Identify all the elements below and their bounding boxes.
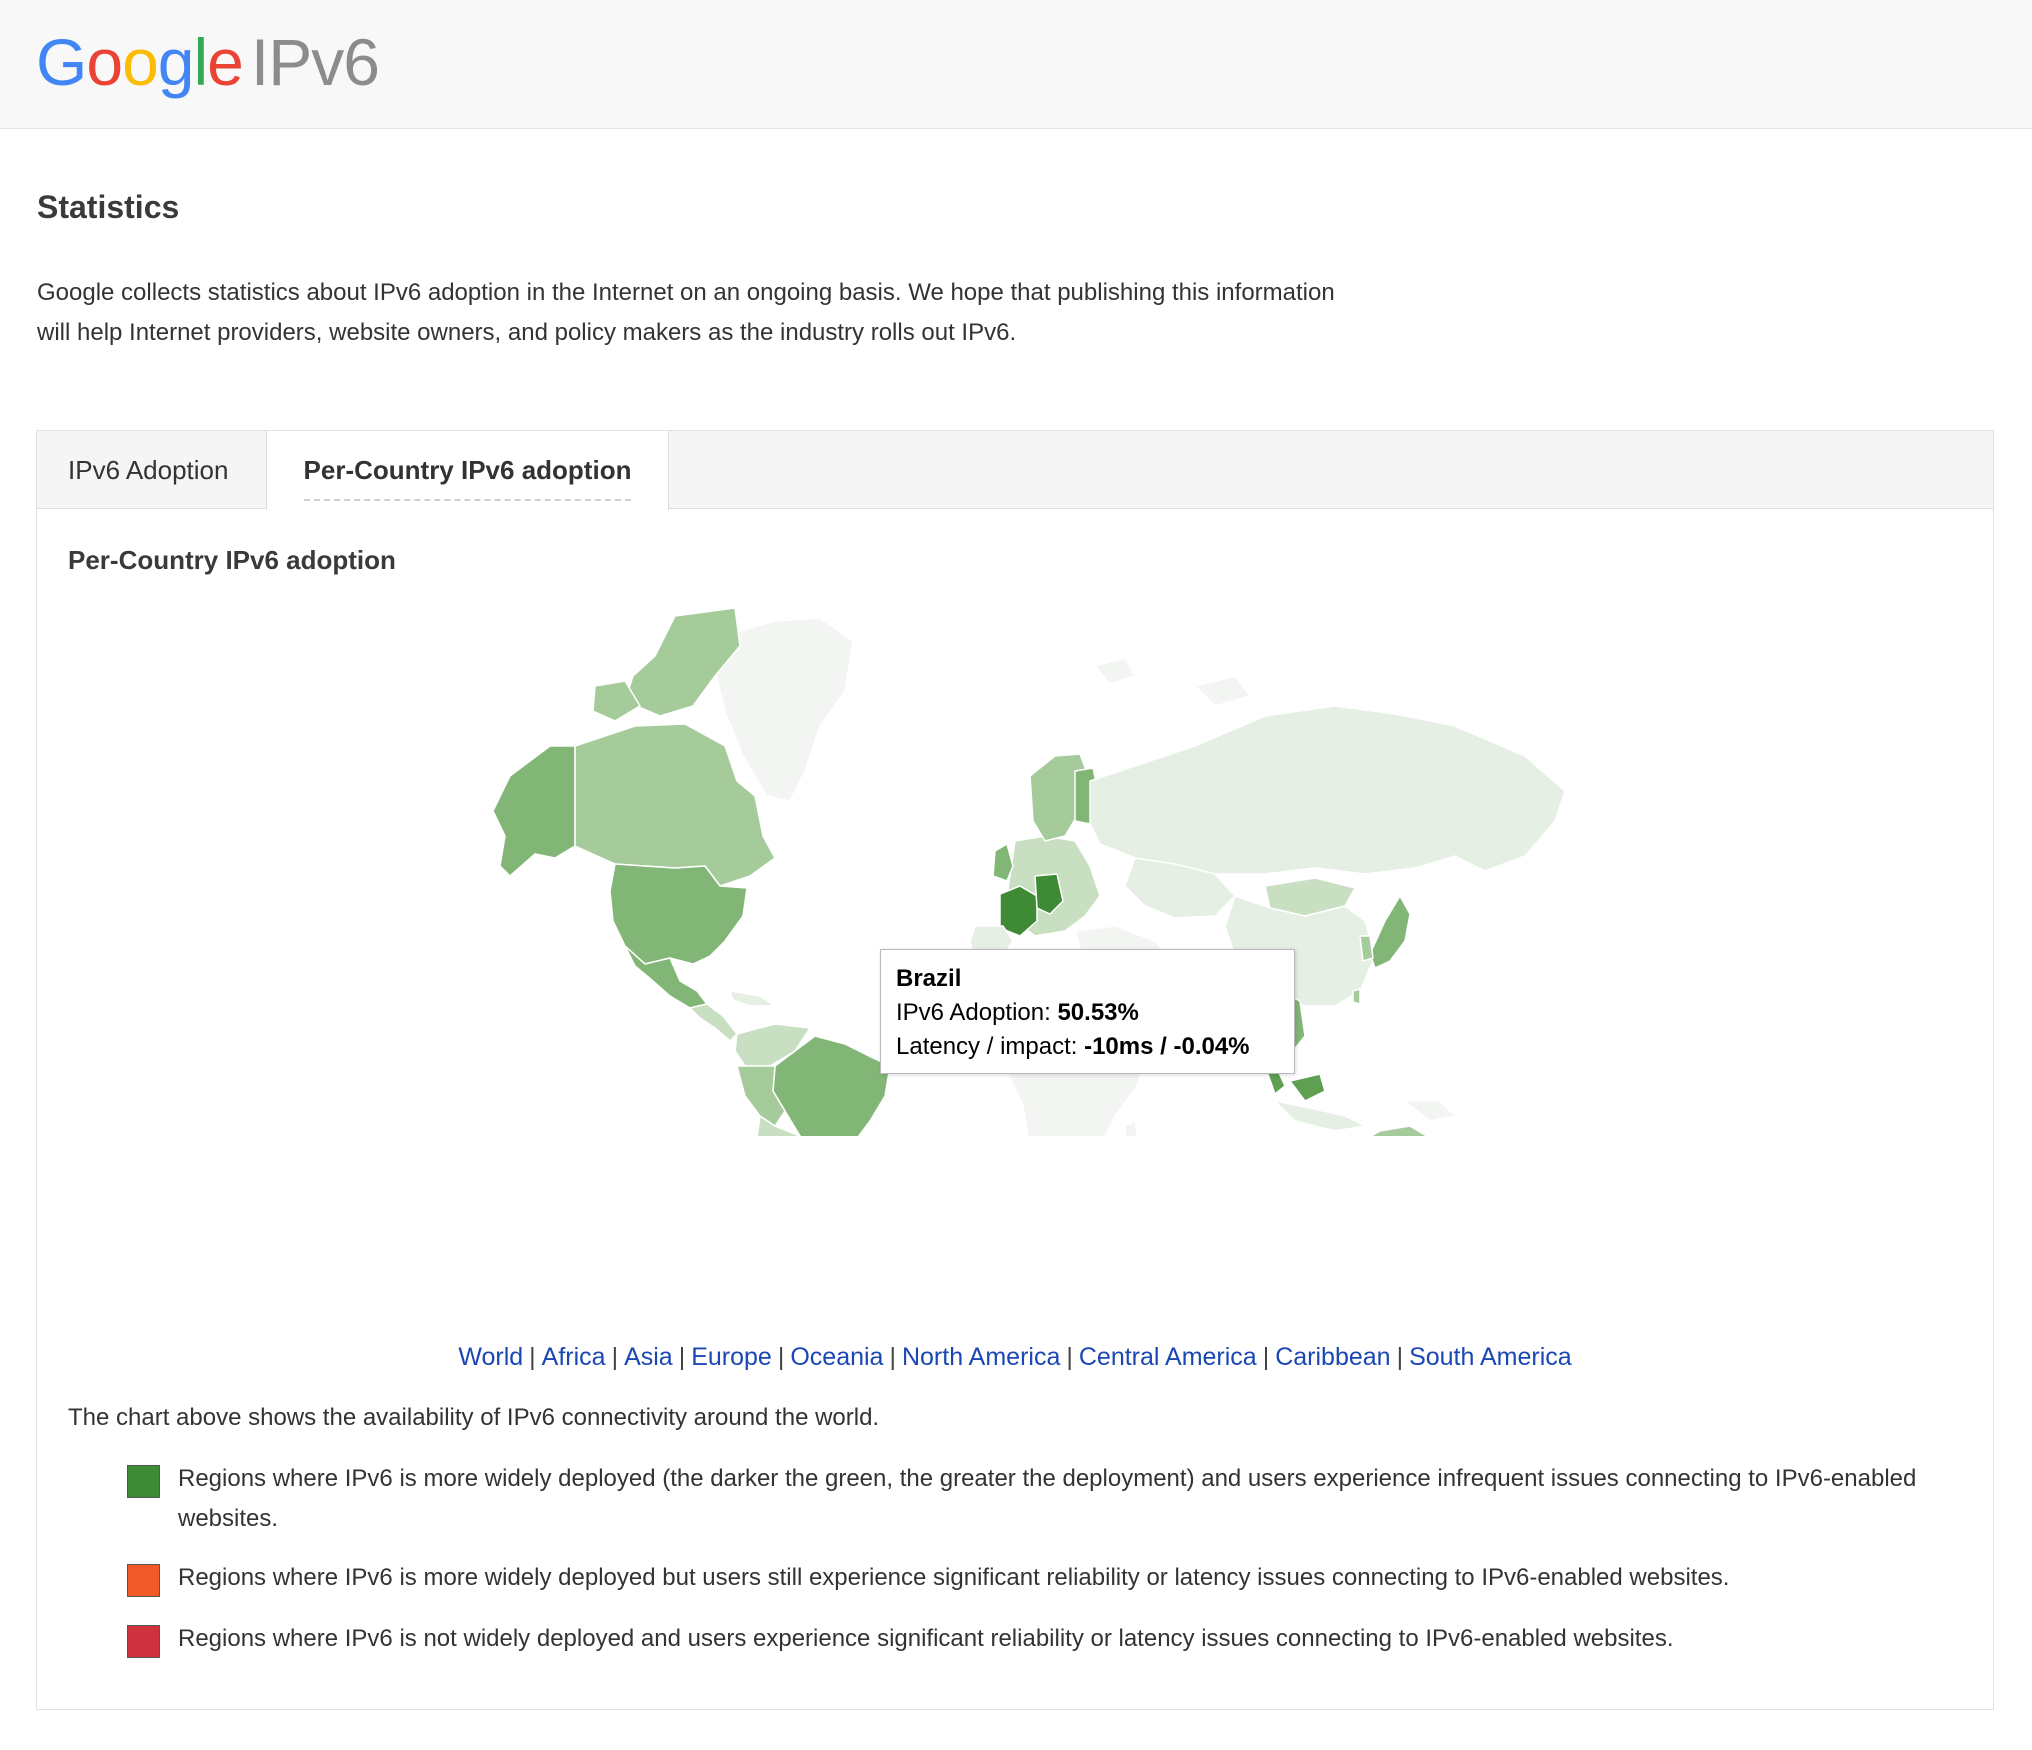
google-wordmark: Google xyxy=(36,25,244,99)
product-name: IPv6 xyxy=(250,25,380,99)
map-russia[interactable] xyxy=(1089,705,1566,875)
tab-bar: IPv6 Adoption Per-Country IPv6 adoption xyxy=(37,431,1993,510)
tooltip-adoption-value: 50.53% xyxy=(1057,999,1139,1026)
map-tooltip: Brazil IPv6 Adoption: 50.53% Latency / i… xyxy=(880,949,1295,1074)
map-japan[interactable] xyxy=(1369,895,1411,969)
region-link-south-america[interactable]: South America xyxy=(1409,1343,1572,1371)
region-link-north-america[interactable]: North America xyxy=(902,1343,1060,1371)
tab-per-country-ipv6-adoption[interactable]: Per-Country IPv6 adoption xyxy=(266,431,669,510)
region-link-world[interactable]: World xyxy=(458,1343,523,1371)
map-alaska[interactable] xyxy=(492,745,576,877)
legend-text: Regions where IPv6 is not widely deploye… xyxy=(178,1625,1674,1652)
legend-swatch-orange xyxy=(127,1564,160,1597)
chart-note: The chart above shows the availability o… xyxy=(68,1404,880,1431)
map-caribbean[interactable] xyxy=(729,990,776,1007)
map-borneo-malaysia[interactable] xyxy=(1289,1073,1326,1102)
map-korea[interactable] xyxy=(1359,935,1374,962)
tab-ipv6-adoption[interactable]: IPv6 Adoption xyxy=(68,431,228,509)
region-link-oceania[interactable]: Oceania xyxy=(790,1343,883,1371)
legend-text: Regions where IPv6 is more widely deploy… xyxy=(178,1465,1917,1532)
map-svalbard[interactable] xyxy=(1094,657,1136,685)
legend-swatch-green xyxy=(127,1465,160,1498)
region-link-caribbean[interactable]: Caribbean xyxy=(1275,1343,1390,1371)
map-papua[interactable] xyxy=(1404,1100,1456,1122)
tooltip-latency-row: Latency / impact: -10ms / -0.04% xyxy=(896,1030,1279,1064)
tooltip-adoption-label: IPv6 Adoption: xyxy=(896,999,1051,1026)
map-indonesia[interactable] xyxy=(1274,1100,1366,1132)
tooltip-adoption-row: IPv6 Adoption: 50.53% xyxy=(896,996,1279,1030)
region-link-africa[interactable]: Africa xyxy=(542,1343,606,1371)
tooltip-country: Brazil xyxy=(896,965,962,992)
statistics-panel: IPv6 Adoption Per-Country IPv6 adoption … xyxy=(36,430,1994,1710)
section-title: Per-Country IPv6 adoption xyxy=(68,545,396,575)
tooltip-latency-label: Latency / impact: xyxy=(896,1033,1078,1060)
map-central-america[interactable] xyxy=(689,1003,738,1042)
region-link-europe[interactable]: Europe xyxy=(691,1343,772,1371)
tooltip-latency-value: -10ms / -0.04% xyxy=(1084,1033,1250,1060)
legend-swatch-red xyxy=(127,1625,160,1658)
map-russian-arctic[interactable] xyxy=(1194,675,1251,707)
google-ipv6-logo[interactable]: Google IPv6 xyxy=(36,22,380,102)
map-united-kingdom[interactable] xyxy=(992,843,1014,882)
intro-paragraph: Google collects statistics about IPv6 ad… xyxy=(37,279,1335,346)
region-link-asia[interactable]: Asia xyxy=(624,1343,673,1371)
map-taiwan[interactable] xyxy=(1352,988,1361,1005)
map-madagascar[interactable] xyxy=(1124,1120,1139,1136)
region-link-central-america[interactable]: Central America xyxy=(1079,1343,1257,1371)
site-header: Google IPv6 xyxy=(0,0,2032,129)
page-title: Statistics xyxy=(37,189,180,225)
legend-text: Regions where IPv6 is more widely deploy… xyxy=(178,1564,1730,1591)
tab-label: Per-Country IPv6 adoption xyxy=(303,455,632,501)
region-links: World | Africa | Asia | Europe | Oceania | North A… xyxy=(458,1343,1572,1371)
